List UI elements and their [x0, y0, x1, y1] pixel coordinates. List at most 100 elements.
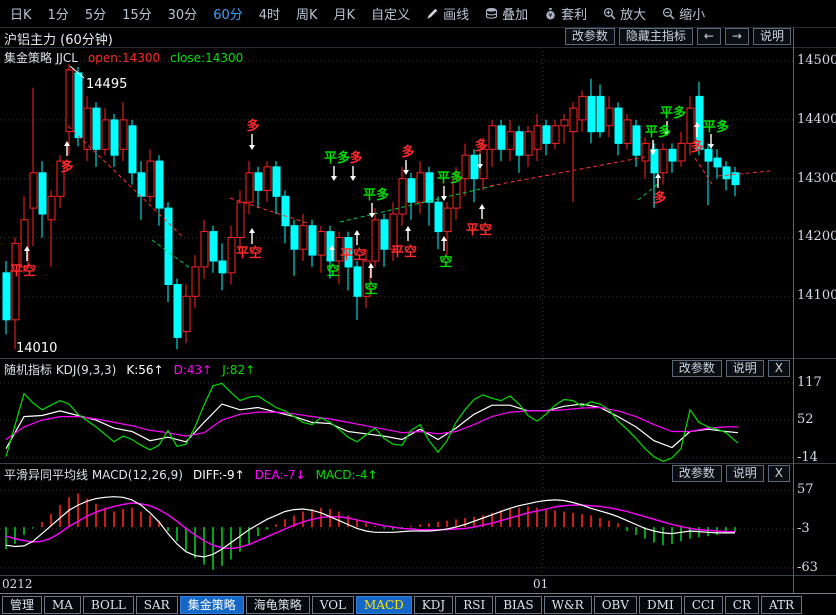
tab-8-MACD[interactable]: MACD — [356, 596, 412, 614]
svg-text:多: 多 — [690, 139, 703, 155]
macd-title: 平滑异同平均线 MACD(12,26,9) — [4, 466, 183, 483]
price-axis-tick: 14300 — [797, 171, 835, 186]
kdj-axis-tick: 117 — [797, 375, 835, 390]
pencil-icon — [426, 7, 439, 20]
x-axis-label-left: 0212 — [2, 577, 33, 591]
kdj-k-value: K:56↑ — [126, 363, 163, 377]
close-button[interactable]: X — [768, 465, 790, 482]
macd-layer — [6, 493, 735, 569]
toolbar-item-label: 放大 — [620, 4, 646, 23]
zoom-in-icon — [603, 7, 616, 20]
toolbar-item-13[interactable]: ¥套利 — [544, 4, 587, 23]
candlestick-layer — [3, 64, 739, 349]
toolbar-item-label: 缩小 — [679, 4, 705, 23]
price-axis-tick: 14400 — [797, 112, 835, 127]
svg-text:¥: ¥ — [549, 11, 553, 19]
toolbar-item-label: 画线 — [443, 4, 469, 23]
toolbar-item-14[interactable]: 放大 — [603, 4, 646, 23]
toolbar-item-10[interactable]: 自定义 — [371, 4, 410, 23]
toolbar-item-9[interactable]: 月K — [334, 4, 356, 23]
toolbar-item-label: 60分 — [213, 4, 243, 23]
toolbar-item-label: 15分 — [122, 4, 152, 23]
toolbar-item-label: 叠加 — [502, 4, 528, 23]
chart-canvas: 平空多多平空平多多空平空空平多多平空平多空多平空平多平多多多平多14495140… — [0, 0, 836, 615]
toolbar-item-3[interactable]: 5分 — [85, 4, 106, 23]
close-button[interactable]: X — [768, 360, 790, 377]
tab-13-OBV[interactable]: OBV — [594, 596, 637, 614]
macd-buttons: 改参数说明X — [672, 465, 790, 482]
svg-text:平多: 平多 — [703, 119, 729, 135]
change-params-button[interactable]: 改参数 — [672, 465, 722, 482]
title-bar-buttons: 改参数隐藏主指标←→说明 — [565, 28, 791, 45]
top-toolbar: 日K 1分 5分 15分 30分 60分 4时周K 月K 自定义 画线 叠加 ¥套利 放大 缩小 — [0, 0, 836, 27]
title-bar: 沪铝主力 (60分钟) 改参数隐藏主指标←→说明 — [0, 28, 836, 47]
kdj-header: 随机指标 KDJ(9,3,3) K:56↑ D:43↑ J:82↑ — [4, 361, 255, 378]
prev-button[interactable]: ← — [697, 28, 721, 45]
symbol-title: 沪铝主力 (60分钟) — [4, 29, 113, 48]
change-params-button[interactable]: 改参数 — [565, 28, 615, 45]
svg-text:空: 空 — [326, 263, 339, 279]
help-button[interactable]: 说明 — [726, 465, 764, 482]
toolbar-item-label: 5分 — [85, 4, 106, 23]
toolbar-item-4[interactable]: 15分 — [122, 4, 152, 23]
macd-diff-value: DIFF:-9↑ — [193, 468, 245, 482]
toolbar-item-2[interactable]: 1分 — [48, 4, 69, 23]
help-button[interactable]: 说明 — [753, 28, 791, 45]
panel-separators — [0, 28, 836, 594]
macd-axis-tick: -3 — [797, 521, 835, 536]
tab-4-SAR[interactable]: SAR — [136, 596, 178, 614]
svg-text:多: 多 — [401, 144, 414, 160]
toolbar-item-5[interactable]: 30分 — [168, 4, 198, 23]
tab-15-CCI[interactable]: CCI — [684, 596, 723, 614]
next-button[interactable]: → — [725, 28, 749, 45]
kdj-axis-tick: -14 — [797, 450, 835, 465]
svg-text:多: 多 — [60, 159, 73, 175]
tab-11-BIAS[interactable]: BIAS — [495, 596, 541, 614]
macd-axis-tick: 57 — [797, 482, 835, 497]
price-axis-tick: 14100 — [797, 288, 835, 303]
change-params-button[interactable]: 改参数 — [672, 360, 722, 377]
svg-text:空: 空 — [439, 254, 452, 270]
kdj-axis-tick: 52 — [797, 412, 835, 427]
toolbar-item-12[interactable]: 叠加 — [485, 4, 528, 23]
tab-7-VOL[interactable]: VOL — [312, 596, 354, 614]
tab-16-CR[interactable]: CR — [725, 596, 759, 614]
tab-9-KDJ[interactable]: KDJ — [414, 596, 453, 614]
svg-text:平空: 平空 — [391, 244, 417, 260]
main-chart-header: 集金策略 JJCL open:14300 close:14300 — [4, 49, 243, 66]
svg-text:平多: 平多 — [324, 150, 350, 166]
svg-text:多: 多 — [474, 138, 487, 154]
svg-text:平多: 平多 — [437, 170, 463, 186]
svg-text:平多: 平多 — [645, 124, 671, 140]
svg-text:平空: 平空 — [10, 263, 36, 279]
hide-main-indicator-button[interactable]: 隐藏主指标 — [619, 28, 693, 45]
toolbar-item-7[interactable]: 4时 — [259, 4, 280, 23]
toolbar-item-15[interactable]: 缩小 — [662, 4, 705, 23]
tab-1-管理[interactable]: 管理 — [2, 596, 42, 614]
tab-10-RSI[interactable]: RSI — [455, 596, 493, 614]
toolbar-item-11[interactable]: 画线 — [426, 4, 469, 23]
toolbar-item-label: 月K — [334, 4, 356, 23]
toolbar-item-label: 周K — [296, 4, 318, 23]
tab-17-ATR[interactable]: ATR — [761, 596, 802, 614]
close-value-label: close:14300 — [170, 51, 243, 65]
toolbar-item-6[interactable]: 60分 — [213, 4, 243, 23]
svg-text:多: 多 — [246, 118, 259, 134]
svg-text:平多: 平多 — [660, 105, 686, 121]
toolbar-item-1[interactable]: 日K — [10, 4, 32, 23]
tab-6-海龟策略[interactable]: 海龟策略 — [246, 596, 310, 614]
tab-14-DMI[interactable]: DMI — [639, 596, 682, 614]
tab-2-MA[interactable]: MA — [44, 596, 81, 614]
macd-header: 平滑异同平均线 MACD(12,26,9) DIFF:-9↑ DEA:-7↓ M… — [4, 466, 378, 483]
toolbar-item-label: 4时 — [259, 4, 280, 23]
toolbar-item-8[interactable]: 周K — [296, 4, 318, 23]
tab-5-集金策略[interactable]: 集金策略 — [180, 596, 244, 614]
open-value-label: open:14300 — [88, 51, 160, 65]
tab-12-W&R[interactable]: W&R — [544, 596, 592, 614]
indicator-tab-bar: 管理MABOLLSAR集金策略海龟策略VOLMACDKDJRSIBIASW&RO… — [0, 593, 836, 615]
tab-3-BOLL[interactable]: BOLL — [83, 596, 134, 614]
help-button[interactable]: 说明 — [726, 360, 764, 377]
money-bag-icon: ¥ — [544, 7, 557, 20]
toolbar-item-label: 自定义 — [371, 4, 410, 23]
kdj-lines-layer — [6, 383, 738, 461]
